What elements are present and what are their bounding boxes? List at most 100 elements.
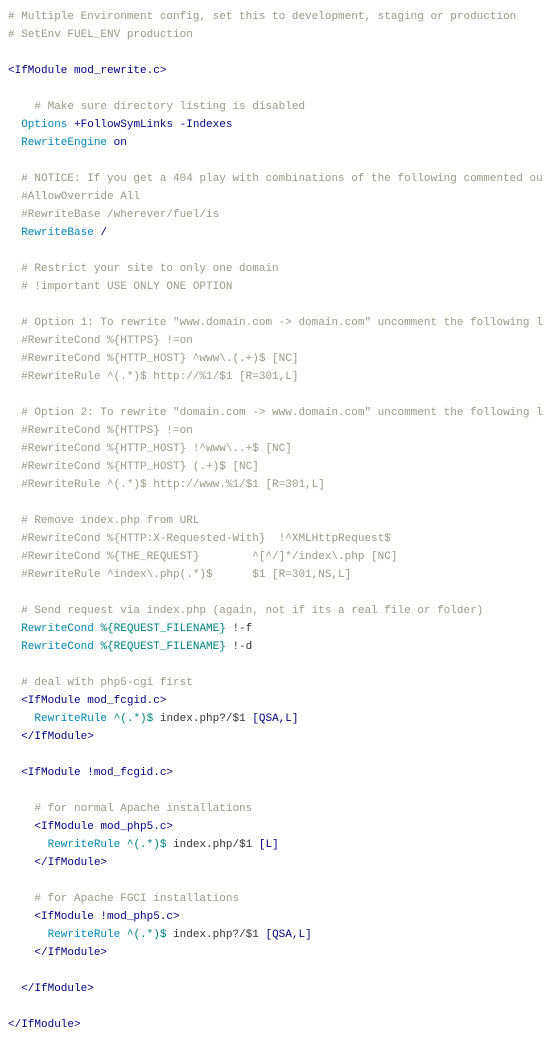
code-line: #RewriteRule ^(.*)$ http://%1/$1 [R=301,… bbox=[8, 368, 536, 386]
token bbox=[107, 137, 114, 149]
token: RewriteEngine bbox=[21, 137, 107, 149]
code-line: # NOTICE: If you get a 404 play with com… bbox=[8, 170, 536, 188]
token: # Remove index.php from URL bbox=[21, 515, 199, 527]
token: %{REQUEST_FILENAME} bbox=[100, 623, 225, 635]
token: ^(.*)$ bbox=[114, 713, 154, 725]
code-line: <IfModule mod_fcgid.c> bbox=[8, 692, 536, 710]
code-line: </IfModule> bbox=[8, 980, 536, 998]
code-line: # for normal Apache installations bbox=[8, 800, 536, 818]
token: [QSA,L] bbox=[265, 929, 311, 941]
token: # Option 2: To rewrite "domain.com -> ww… bbox=[21, 407, 544, 419]
token: # !important USE ONLY ONE OPTION bbox=[21, 281, 232, 293]
token: <IfModule mod_fcgid.c> bbox=[21, 695, 166, 707]
code-line: # Send request via index.php (again, not… bbox=[8, 602, 536, 620]
code-line: # !important USE ONLY ONE OPTION bbox=[8, 278, 536, 296]
token: #RewriteRule ^(.*)$ http://www.%1/$1 [R=… bbox=[21, 479, 325, 491]
code-line: </IfModule> bbox=[8, 728, 536, 746]
code-line bbox=[8, 746, 536, 764]
code-line bbox=[8, 998, 536, 1016]
code-line bbox=[8, 584, 536, 602]
token: #RewriteCond %{HTTP:X-Requested-With} !^… bbox=[21, 533, 391, 545]
code-line: <IfModule !mod_fcgid.c> bbox=[8, 764, 536, 782]
token: on bbox=[114, 137, 127, 149]
code-line: RewriteRule ^(.*)$ index.php?/$1 [QSA,L] bbox=[8, 710, 536, 728]
token: </IfModule> bbox=[34, 857, 107, 869]
token: index.php/$1 bbox=[166, 839, 258, 851]
token: / bbox=[100, 227, 107, 239]
token: # for Apache FGCI installations bbox=[34, 893, 239, 905]
token: #RewriteCond %{HTTPS} !=on bbox=[21, 335, 193, 347]
code-line: </IfModule> bbox=[8, 854, 536, 872]
token: index.php?/$1 bbox=[166, 929, 265, 941]
code-line: # Multiple Environment config, set this … bbox=[8, 8, 536, 26]
token: # SetEnv FUEL_ENV production bbox=[8, 29, 193, 41]
code-line: <IfModule !mod_php5.c> bbox=[8, 908, 536, 926]
token: [L] bbox=[259, 839, 279, 851]
token: index.php?/$1 bbox=[153, 713, 252, 725]
code-line: #RewriteCond %{HTTP_HOST} ^www\.(.+)$ [N… bbox=[8, 350, 536, 368]
code-line: # deal with php5-cgi first bbox=[8, 674, 536, 692]
code-line bbox=[8, 242, 536, 260]
token: #RewriteCond %{THE_REQUEST} ^[^/]*/index… bbox=[21, 551, 397, 563]
code-line: #RewriteCond %{THE_REQUEST} ^[^/]*/index… bbox=[8, 548, 536, 566]
token: #RewriteCond %{HTTP_HOST} (.+)$ [NC] bbox=[21, 461, 259, 473]
code-line bbox=[8, 656, 536, 674]
code-line bbox=[8, 494, 536, 512]
token: RewriteRule bbox=[34, 713, 107, 725]
token: #AllowOverride All bbox=[21, 191, 140, 203]
token bbox=[120, 929, 127, 941]
token: #RewriteBase /wherever/fuel/is bbox=[21, 209, 219, 221]
token: #RewriteRule ^index\.php(.*)$ $1 [R=301,… bbox=[21, 569, 351, 581]
token: </IfModule> bbox=[21, 731, 94, 743]
code-line: <IfModule mod_php5.c> bbox=[8, 818, 536, 836]
token: #RewriteCond %{HTTPS} !=on bbox=[21, 425, 193, 437]
code-line: #RewriteCond %{HTTP:X-Requested-With} !^… bbox=[8, 530, 536, 548]
token: RewriteRule bbox=[48, 929, 121, 941]
token: ^(.*)$ bbox=[127, 929, 167, 941]
token: # for normal Apache installations bbox=[34, 803, 252, 815]
token: #RewriteCond %{HTTP_HOST} !^www\..+$ [NC… bbox=[21, 443, 292, 455]
token: # NOTICE: If you get a 404 play with com… bbox=[21, 173, 544, 185]
code-line: Options +FollowSymLinks -Indexes bbox=[8, 116, 536, 134]
code-line: # Restrict your site to only one domain bbox=[8, 260, 536, 278]
token: RewriteCond bbox=[21, 623, 94, 635]
code-line: #RewriteCond %{HTTP_HOST} !^www\..+$ [NC… bbox=[8, 440, 536, 458]
token: </IfModule> bbox=[8, 1019, 81, 1031]
token: # Option 1: To rewrite "www.domain.com -… bbox=[21, 317, 544, 329]
code-line: # Remove index.php from URL bbox=[8, 512, 536, 530]
token: <IfModule mod_php5.c> bbox=[34, 821, 173, 833]
code-line: <IfModule mod_rewrite.c> bbox=[8, 62, 536, 80]
token: #RewriteRule ^(.*)$ http://%1/$1 [R=301,… bbox=[21, 371, 298, 383]
token: !-d bbox=[226, 641, 252, 653]
token: ^(.*)$ bbox=[127, 839, 167, 851]
code-line: RewriteRule ^(.*)$ index.php?/$1 [QSA,L] bbox=[8, 926, 536, 944]
code-line: RewriteRule ^(.*)$ index.php/$1 [L] bbox=[8, 836, 536, 854]
code-line: #RewriteCond %{HTTP_HOST} (.+)$ [NC] bbox=[8, 458, 536, 476]
code-line: #RewriteCond %{HTTPS} !=on bbox=[8, 422, 536, 440]
token: RewriteBase bbox=[21, 227, 94, 239]
token: %{REQUEST_FILENAME} bbox=[100, 641, 225, 653]
code-line: # Option 1: To rewrite "www.domain.com -… bbox=[8, 314, 536, 332]
code-line: </IfModule> bbox=[8, 1016, 536, 1034]
token bbox=[107, 713, 114, 725]
token: RewriteCond bbox=[21, 641, 94, 653]
code-line bbox=[8, 44, 536, 62]
code-block: # Multiple Environment config, set this … bbox=[8, 8, 536, 1034]
token: +FollowSymLinks -Indexes bbox=[74, 119, 232, 131]
code-line: </IfModule> bbox=[8, 944, 536, 962]
code-line bbox=[8, 152, 536, 170]
code-line: #AllowOverride All bbox=[8, 188, 536, 206]
token: <IfModule !mod_php5.c> bbox=[34, 911, 179, 923]
code-line: #RewriteBase /wherever/fuel/is bbox=[8, 206, 536, 224]
code-line: #RewriteRule ^(.*)$ http://www.%1/$1 [R=… bbox=[8, 476, 536, 494]
code-line: RewriteBase / bbox=[8, 224, 536, 242]
token: </IfModule> bbox=[34, 947, 107, 959]
code-line: # SetEnv FUEL_ENV production bbox=[8, 26, 536, 44]
token: # Multiple Environment config, set this … bbox=[8, 11, 516, 23]
token bbox=[120, 839, 127, 851]
token: # Make sure directory listing is disable… bbox=[34, 101, 305, 113]
code-line: #RewriteCond %{HTTPS} !=on bbox=[8, 332, 536, 350]
token: # Send request via index.php (again, not… bbox=[21, 605, 483, 617]
token: #RewriteCond %{HTTP_HOST} ^www\.(.+)$ [N… bbox=[21, 353, 298, 365]
code-line bbox=[8, 386, 536, 404]
